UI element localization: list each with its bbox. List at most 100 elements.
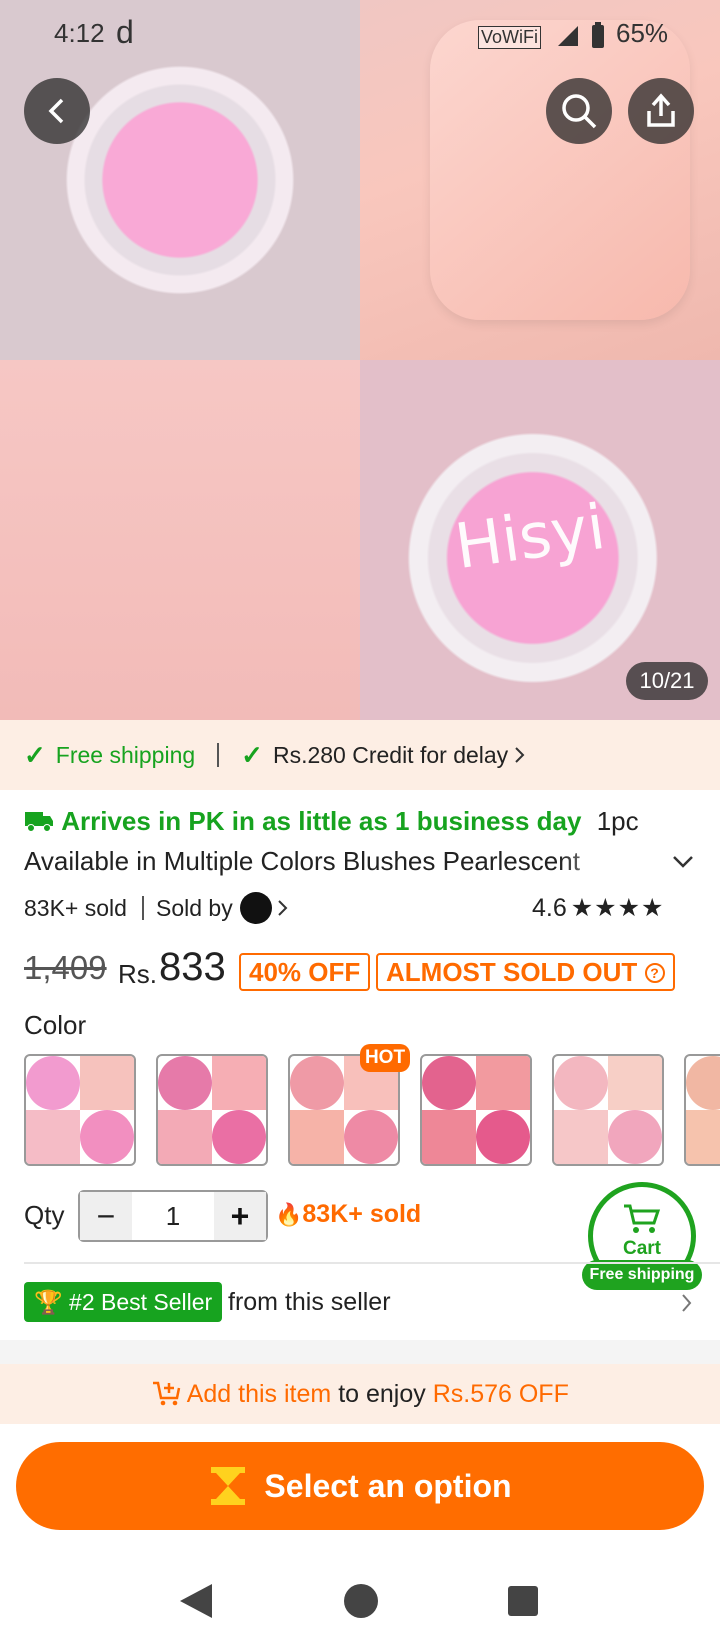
swatch-quadrant bbox=[80, 1110, 134, 1164]
search-icon bbox=[562, 94, 597, 129]
chevron-right-icon[interactable] bbox=[680, 1292, 694, 1314]
rating[interactable]: 4.6 ★★★★ bbox=[532, 893, 664, 923]
rating-value: 4.6 bbox=[532, 894, 567, 922]
gallery-image-puff bbox=[360, 0, 720, 360]
status-time: 4:12 bbox=[54, 18, 105, 48]
cart-free-shipping-badge: Free shipping bbox=[582, 1260, 702, 1290]
swatch-quadrant bbox=[686, 1110, 720, 1164]
promo-bar[interactable]: Add this item to enjoy Rs.576 OFF bbox=[0, 1364, 720, 1424]
swatch-quadrant bbox=[422, 1056, 476, 1110]
currency-label: Rs. bbox=[118, 959, 157, 989]
swatch-quadrant bbox=[290, 1110, 344, 1164]
color-swatch-6[interactable] bbox=[684, 1054, 720, 1166]
back-button[interactable] bbox=[24, 78, 90, 144]
select-option-button[interactable]: Select an option bbox=[16, 1442, 704, 1530]
quantity-value[interactable]: 1 bbox=[132, 1192, 214, 1240]
swatch-quadrant bbox=[422, 1110, 476, 1164]
swatch-quadrant bbox=[554, 1056, 608, 1110]
status-wifi-label: VoWiFi bbox=[478, 26, 542, 49]
sold-count: 83K+ sold bbox=[24, 895, 127, 921]
delivery-truck-icon bbox=[25, 812, 53, 832]
divider bbox=[217, 743, 220, 767]
color-swatch-1[interactable] bbox=[24, 1054, 136, 1166]
color-swatch-5[interactable] bbox=[552, 1054, 664, 1166]
status-notif-glyph: d bbox=[116, 14, 134, 50]
gallery-image-swatch bbox=[0, 360, 360, 720]
promo-link[interactable]: Add this item bbox=[187, 1380, 332, 1408]
chevron-right-icon[interactable] bbox=[276, 898, 290, 918]
add-to-cart-icon bbox=[153, 1381, 181, 1406]
star-icons: ★★★★ bbox=[570, 894, 665, 922]
trophy-icon: 🏆 bbox=[34, 1289, 63, 1315]
almost-sold-out-badge[interactable]: ALMOST SOLD OUT ? bbox=[376, 953, 675, 991]
seller-logo-avatar[interactable] bbox=[240, 892, 272, 924]
swatch-quadrant bbox=[158, 1056, 212, 1110]
swatch-quadrant bbox=[344, 1110, 398, 1164]
fire-icon: 🔥 bbox=[275, 1202, 303, 1227]
swatch-quadrant bbox=[476, 1056, 530, 1110]
hourglass-icon bbox=[211, 1467, 246, 1505]
check-icon: ✓ bbox=[241, 739, 263, 770]
product-title[interactable]: Available in Multiple Colors Blushes Pea… bbox=[24, 846, 624, 877]
nav-home-icon[interactable] bbox=[342, 1582, 380, 1620]
pack-size: 1pc bbox=[596, 806, 639, 836]
swatch-quadrant bbox=[686, 1056, 720, 1110]
puff-pad bbox=[430, 20, 690, 320]
swatch-quadrant bbox=[212, 1056, 266, 1110]
cart-icon bbox=[624, 1204, 661, 1233]
product-image-gallery[interactable]: Hisyi 4:12 d VoWiFi 65% 10/21 bbox=[0, 0, 720, 720]
cart-label: Cart bbox=[622, 1238, 661, 1259]
battery-icon bbox=[592, 22, 604, 48]
hot-badge: HOT bbox=[360, 1044, 410, 1072]
swatch-quadrant bbox=[290, 1056, 344, 1110]
divider bbox=[142, 896, 144, 920]
swatch-quadrant bbox=[80, 1056, 134, 1110]
swatch-quadrant bbox=[158, 1110, 212, 1164]
sold-by-label[interactable]: Sold by bbox=[156, 895, 233, 922]
swatch-quadrant bbox=[608, 1110, 662, 1164]
swatch-quadrant bbox=[554, 1110, 608, 1164]
chevron-left-icon bbox=[48, 98, 64, 124]
check-icon: ✓ bbox=[24, 739, 46, 770]
arrival-info: Arrives in PK in as little as 1 business… bbox=[24, 806, 639, 837]
swatch-quadrant bbox=[212, 1110, 266, 1164]
hot-sales-count: 83K+ sold bbox=[302, 1200, 422, 1228]
swatch-quadrant bbox=[476, 1110, 530, 1164]
shipping-bar[interactable]: ✓ Free shipping ✓ Rs.280 Credit for dela… bbox=[0, 720, 720, 790]
status-battery: 65% bbox=[616, 18, 669, 48]
qty-label: Qty bbox=[24, 1200, 65, 1230]
quantity-stepper[interactable]: − 1 + bbox=[78, 1190, 268, 1242]
signal-icon bbox=[558, 26, 578, 46]
original-price: 1,409 bbox=[24, 949, 107, 986]
section-separator bbox=[0, 1340, 720, 1364]
promo-middle: to enjoy bbox=[338, 1380, 426, 1408]
hot-sales: 🔥83K+ sold bbox=[275, 1200, 421, 1229]
promo-amount: Rs.576 OFF bbox=[432, 1380, 569, 1408]
select-option-label: Select an option bbox=[264, 1467, 512, 1504]
divider bbox=[24, 1262, 720, 1264]
credit-label: Rs.280 Credit for delay bbox=[272, 741, 509, 768]
chevron-right-icon bbox=[515, 747, 525, 763]
arrival-text: Arrives in PK in as little as 1 business… bbox=[61, 806, 582, 836]
color-swatch-2[interactable] bbox=[156, 1054, 268, 1166]
decrease-button[interactable]: − bbox=[80, 1192, 132, 1240]
scarcity-label: ALMOST SOLD OUT bbox=[386, 957, 638, 987]
share-icon bbox=[647, 93, 675, 127]
swatch-quadrant bbox=[26, 1110, 80, 1164]
image-counter: 10/21 bbox=[626, 662, 708, 700]
increase-button[interactable]: + bbox=[214, 1192, 266, 1240]
nav-back-icon[interactable] bbox=[178, 1582, 214, 1620]
chevron-down-icon[interactable] bbox=[670, 852, 696, 872]
search-button[interactable] bbox=[546, 78, 612, 144]
free-shipping-label: Free shipping bbox=[55, 741, 196, 768]
help-icon: ? bbox=[644, 963, 665, 983]
nav-recents-icon[interactable] bbox=[506, 1584, 540, 1618]
sale-price: 833 bbox=[159, 945, 226, 989]
brand-text: Hisyi bbox=[450, 489, 610, 584]
swatch-quadrant bbox=[26, 1056, 80, 1110]
swatch-quadrant bbox=[608, 1056, 662, 1110]
color-swatch-4[interactable] bbox=[420, 1054, 532, 1166]
best-seller-label: #2 Best Seller bbox=[69, 1289, 213, 1315]
share-button[interactable] bbox=[628, 78, 694, 144]
best-seller-text[interactable]: from this seller bbox=[228, 1288, 391, 1317]
